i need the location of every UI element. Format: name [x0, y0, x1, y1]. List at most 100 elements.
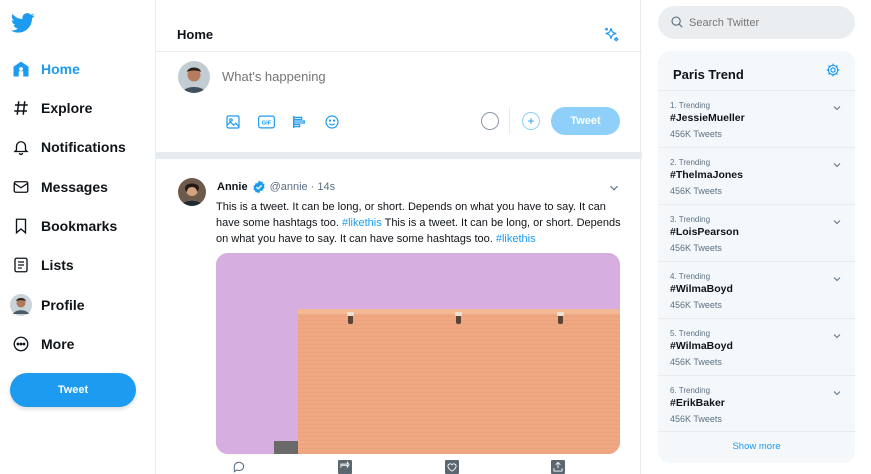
verified-badge-icon	[252, 180, 265, 194]
chevron-down-icon[interactable]	[831, 159, 843, 171]
nav-bookmarks-label: Bookmarks	[41, 218, 118, 234]
nav-messages-label: Messages	[41, 179, 108, 195]
sparkle-icon[interactable]	[602, 26, 620, 44]
left-nav: Home Explore Notifications Messages Book	[0, 0, 155, 474]
twitter-app: Home Explore Notifications Messages Book	[0, 0, 871, 474]
trends-panel: Paris Trend 1. Trending #JessieMueller 4…	[658, 51, 855, 463]
trend-rank: 5. Trending	[670, 329, 711, 338]
trend-count: 456K Tweets	[670, 129, 722, 139]
chevron-down-icon[interactable]	[831, 330, 843, 342]
nav-notifications-label: Notifications	[41, 139, 126, 155]
search-icon	[671, 16, 683, 28]
gif-icon[interactable]: GIF	[255, 112, 277, 132]
compose-divider	[509, 107, 510, 134]
chevron-down-icon[interactable]	[831, 387, 843, 399]
trend-item[interactable]: 4. Trending #WilmaBoyd 456K Tweets	[658, 261, 855, 318]
compose-tweet-button[interactable]: Tweet	[551, 107, 620, 135]
tweet-actions	[216, 460, 620, 474]
nav-home[interactable]: Home	[10, 54, 80, 84]
more-icon	[10, 333, 32, 355]
page-title: Home	[177, 27, 214, 42]
tweet-hashtag-2[interactable]: #likethis	[496, 233, 536, 245]
nav-explore[interactable]: Explore	[10, 93, 92, 123]
trend-rank: 1. Trending	[670, 101, 711, 110]
tweet-header: Annie @annie · 14s	[217, 180, 335, 194]
poll-icon[interactable]	[288, 112, 310, 132]
trend-item[interactable]: 3. Trending #LoisPearson 456K Tweets	[658, 204, 855, 261]
nav-tweet-button[interactable]: Tweet	[10, 373, 136, 407]
tweet-author-name[interactable]: Annie	[217, 181, 248, 193]
nav-lists[interactable]: Lists	[10, 250, 74, 280]
nav-more[interactable]: More	[10, 329, 74, 359]
trend-tag[interactable]: #LoisPearson	[670, 226, 739, 238]
trend-tag[interactable]: #ErikBaker	[670, 397, 725, 409]
nav-bookmarks[interactable]: Bookmarks	[10, 211, 117, 241]
list-icon	[10, 254, 32, 276]
trend-tag[interactable]: #WilmaBoyd	[670, 283, 733, 295]
share-icon[interactable]	[551, 460, 565, 474]
chevron-down-icon[interactable]	[831, 102, 843, 114]
trend-item[interactable]: 6. Trending #ErikBaker 456K Tweets	[658, 375, 855, 432]
profile-avatar	[10, 294, 32, 316]
trend-tag[interactable]: #ThelmaJones	[670, 169, 743, 181]
nav-profile[interactable]: Profile	[10, 290, 85, 320]
search-input[interactable]	[689, 12, 839, 33]
trend-count: 456K Tweets	[670, 243, 722, 253]
tweet-body: This is a tweet. It can be long, or shor…	[216, 199, 622, 247]
reply-icon[interactable]	[232, 460, 246, 474]
trend-tag[interactable]: #JessieMueller	[670, 112, 745, 124]
emoji-icon[interactable]	[321, 112, 343, 132]
nav-notifications[interactable]: Notifications	[10, 132, 126, 162]
tweet-timestamp[interactable]: 14s	[317, 181, 335, 193]
trend-rank: 6. Trending	[670, 386, 711, 395]
tweet-hashtag-1[interactable]: #likethis	[342, 217, 382, 229]
compose-toolbar: GIF	[222, 112, 343, 132]
nav-lists-label: Lists	[41, 257, 74, 273]
trend-tag[interactable]: #WilmaBoyd	[670, 340, 733, 352]
gear-icon[interactable]	[825, 62, 841, 78]
add-thread-button[interactable]: +	[522, 112, 540, 130]
nav-messages[interactable]: Messages	[10, 172, 108, 202]
character-counter-ring	[481, 112, 499, 130]
like-icon[interactable]	[445, 460, 459, 474]
section-separator	[156, 152, 642, 159]
nav-explore-label: Explore	[41, 100, 93, 116]
nav-home-label: Home	[41, 61, 80, 77]
trend-item[interactable]: 2. Trending #ThelmaJones 456K Tweets	[658, 147, 855, 204]
home-icon	[10, 58, 32, 80]
bell-icon	[10, 136, 32, 158]
nav-more-label: More	[41, 336, 75, 352]
trend-rank: 3. Trending	[670, 215, 711, 224]
image-icon[interactable]	[222, 112, 244, 132]
show-more-link[interactable]: Show more	[658, 431, 855, 463]
tweet-avatar[interactable]	[178, 178, 206, 206]
tweet-media-image[interactable]	[216, 253, 620, 454]
retweet-icon[interactable]	[338, 460, 352, 474]
trend-count: 456K Tweets	[670, 414, 722, 424]
svg-text:GIF: GIF	[261, 121, 271, 127]
tweet-author-handle[interactable]: @annie	[270, 181, 308, 193]
trends-title: Paris Trend	[673, 67, 744, 82]
trend-rank: 4. Trending	[670, 272, 711, 281]
twitter-logo-icon[interactable]	[11, 12, 35, 34]
chevron-down-icon[interactable]	[831, 273, 843, 285]
right-sidebar: Paris Trend 1. Trending #JessieMueller 4…	[641, 0, 871, 474]
search-bar[interactable]	[658, 6, 855, 39]
hashtag-icon	[10, 97, 32, 119]
trend-count: 456K Tweets	[670, 186, 722, 196]
chevron-down-icon[interactable]	[607, 181, 621, 195]
compose-avatar[interactable]	[178, 61, 210, 93]
trend-count: 456K Tweets	[670, 357, 722, 367]
bookmark-icon	[10, 215, 32, 237]
timeline: Home GIF	[155, 0, 642, 474]
chevron-down-icon[interactable]	[831, 216, 843, 228]
tweet-separator: ·	[310, 181, 315, 193]
nav-profile-label: Profile	[41, 297, 85, 313]
trend-rank: 2. Trending	[670, 158, 711, 167]
trend-count: 456K Tweets	[670, 300, 722, 310]
home-header: Home	[156, 0, 642, 52]
mail-icon	[10, 176, 32, 198]
trend-item[interactable]: 1. Trending #JessieMueller 456K Tweets	[658, 90, 855, 147]
compose-input[interactable]	[222, 65, 522, 87]
trend-item[interactable]: 5. Trending #WilmaBoyd 456K Tweets	[658, 318, 855, 375]
